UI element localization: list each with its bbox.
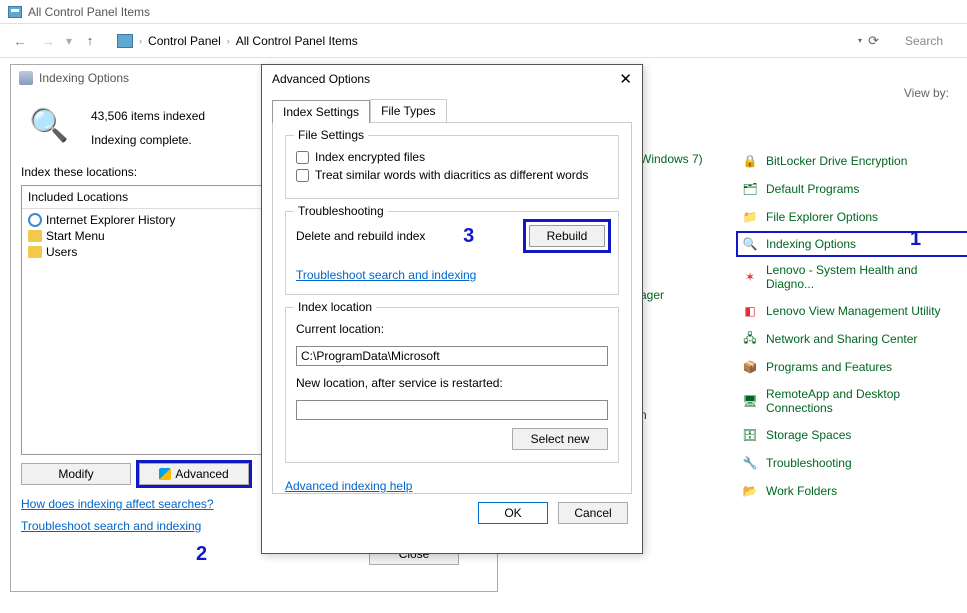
cp-item-programs-features[interactable]: 📦Programs and Features: [742, 358, 967, 376]
link-advanced-help[interactable]: Advanced indexing help: [285, 479, 412, 493]
view-by-label: View by:: [904, 86, 949, 100]
new-location-label: New location, after service is restarted…: [296, 376, 608, 390]
control-panel-items: 🔒BitLocker Drive Encryption 🗂Default Pro…: [742, 152, 967, 500]
breadcrumb-dropdown-icon[interactable]: ▾: [858, 36, 862, 45]
advanced-options-dialog: Advanced Options ✕ Index Settings File T…: [261, 64, 643, 554]
annotation-3: 3: [463, 225, 474, 248]
ie-icon: [28, 213, 42, 227]
troubleshooting-title: Troubleshooting: [294, 204, 388, 218]
indexing-title: Indexing Options: [39, 71, 129, 85]
back-button[interactable]: ←: [8, 29, 32, 53]
control-panel-icon: [8, 6, 22, 18]
current-location-label: Current location:: [296, 322, 608, 336]
cp-item-lenovo-health[interactable]: ✶Lenovo - System Health and Diagno...: [742, 262, 967, 292]
indexing-icon: [19, 71, 33, 85]
checkbox-encrypted[interactable]: [296, 151, 309, 164]
checkbox-diacritics[interactable]: [296, 169, 309, 182]
label-encrypted: Index encrypted files: [315, 150, 425, 164]
forward-button[interactable]: →: [36, 29, 60, 53]
advanced-button[interactable]: Advanced: [139, 463, 249, 485]
workfolder-icon: 📂: [742, 483, 758, 499]
cp-item-default-programs[interactable]: 🗂Default Programs: [742, 180, 967, 198]
new-location-input[interactable]: [296, 400, 608, 420]
link-troubleshoot[interactable]: Troubleshoot search and indexing: [21, 519, 201, 533]
tab-file-types[interactable]: File Types: [370, 99, 446, 122]
advanced-titlebar: Advanced Options ✕: [262, 65, 642, 93]
partial-item-windows7: (Windows 7): [636, 152, 703, 166]
cp-item-lenovo-view[interactable]: ◧Lenovo View Management Utility: [742, 302, 967, 320]
file-settings-group: File Settings Index encrypted files Trea…: [285, 135, 619, 199]
prog-icon: 🗂: [742, 181, 758, 197]
crumb-control-panel[interactable]: Control Panel: [148, 34, 221, 48]
lock-icon: 🔒: [742, 153, 758, 169]
box-icon: 📦: [742, 359, 758, 375]
advanced-title: Advanced Options: [272, 72, 370, 86]
file-settings-title: File Settings: [294, 128, 368, 142]
items-indexed: 43,506 items indexed: [91, 109, 205, 123]
view-icon: ◧: [742, 303, 758, 319]
search-icon: 🔍: [742, 236, 758, 252]
wrench-icon: 🔧: [742, 455, 758, 471]
tabs: Index Settings File Types: [272, 99, 632, 122]
annotation-2: 2: [196, 543, 207, 566]
cp-item-file-explorer-options[interactable]: 📁File Explorer Options: [742, 208, 967, 226]
current-location-input[interactable]: [296, 346, 608, 366]
index-location-group: Index location Current location: New loc…: [285, 307, 619, 463]
folder-icon: [28, 230, 42, 242]
tab-index-settings[interactable]: Index Settings: [272, 100, 370, 123]
link-troubleshoot-indexing[interactable]: Troubleshoot search and indexing: [296, 268, 476, 282]
folder-icon: [28, 246, 42, 258]
search-placeholder: Search: [905, 34, 943, 48]
magnifier-icon: 🔍: [25, 105, 73, 145]
cp-item-troubleshooting[interactable]: 🔧Troubleshooting: [742, 454, 967, 472]
control-panel-small-icon: [117, 34, 133, 48]
star-icon: ✶: [742, 269, 758, 285]
up-button[interactable]: ↑: [78, 29, 102, 53]
tab-panel: File Settings Index encrypted files Trea…: [272, 122, 632, 494]
search-input[interactable]: Search: [895, 28, 953, 54]
breadcrumb[interactable]: › Control Panel › All Control Panel Item…: [110, 28, 365, 54]
cp-item-network-sharing[interactable]: 🖧Network and Sharing Center: [742, 330, 967, 348]
indexing-status: Indexing complete.: [91, 133, 205, 147]
cp-item-indexing-options[interactable]: 🔍Indexing Options: [736, 231, 967, 257]
close-icon[interactable]: ✕: [619, 70, 632, 88]
window-title: All Control Panel Items: [28, 5, 150, 19]
partial-item-ager: ager: [640, 288, 664, 302]
network-icon: 🖧: [742, 331, 758, 347]
cp-item-storage-spaces[interactable]: 🗄Storage Spaces: [742, 426, 967, 444]
shield-icon: [159, 468, 171, 480]
annotation-1: 1: [910, 228, 921, 251]
remote-icon: 🖥: [742, 393, 758, 409]
delete-rebuild-label: Delete and rebuild index: [296, 229, 425, 243]
storage-icon: 🗄: [742, 427, 758, 443]
troubleshooting-group: Troubleshooting Delete and rebuild index…: [285, 211, 619, 295]
label-diacritics: Treat similar words with diacritics as d…: [315, 168, 588, 182]
cp-item-work-folders[interactable]: 📂Work Folders: [742, 482, 967, 500]
window-titlebar: All Control Panel Items: [0, 0, 967, 24]
refresh-button[interactable]: ⟳: [868, 33, 879, 49]
index-location-title: Index location: [294, 300, 376, 314]
cp-item-bitlocker[interactable]: 🔒BitLocker Drive Encryption: [742, 152, 967, 170]
cp-item-remoteapp[interactable]: 🖥RemoteApp and Desktop Connections: [742, 386, 967, 416]
rebuild-button[interactable]: Rebuild: [529, 225, 605, 247]
crumb-all-items[interactable]: All Control Panel Items: [236, 34, 358, 48]
modify-button[interactable]: Modify: [21, 463, 131, 485]
navbar: ← → ▾ ↑ › Control Panel › All Control Pa…: [0, 24, 967, 58]
link-affect-searches[interactable]: How does indexing affect searches?: [21, 497, 214, 511]
select-new-button[interactable]: Select new: [512, 428, 608, 450]
folder-icon: 📁: [742, 209, 758, 225]
ok-button[interactable]: OK: [478, 502, 548, 524]
cancel-button[interactable]: Cancel: [558, 502, 628, 524]
